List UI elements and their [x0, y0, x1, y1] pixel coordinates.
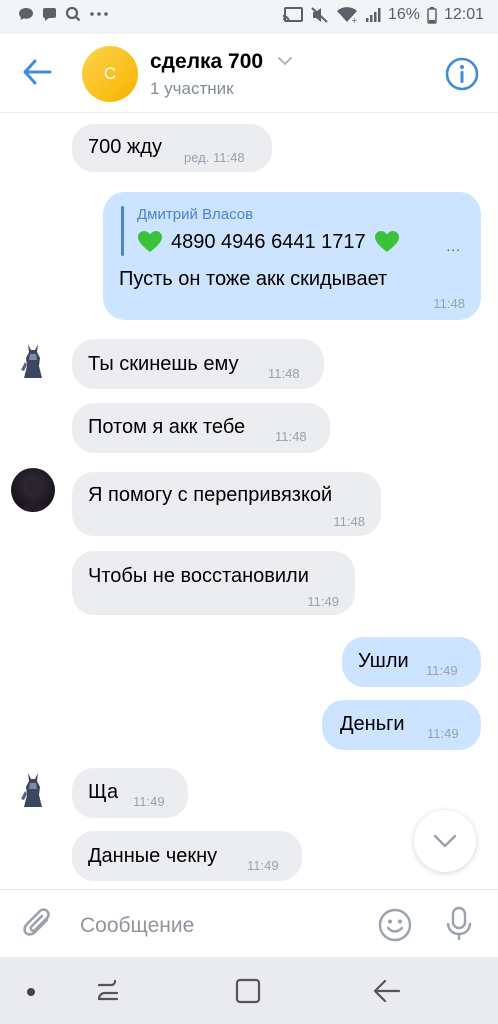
- user-avatar-figure-icon: [21, 344, 42, 378]
- message-text: Ушли: [358, 650, 409, 672]
- system-back-button[interactable]: [373, 978, 401, 1009]
- message-text: Данные чекну: [88, 845, 218, 867]
- svg-text:+: +: [351, 16, 358, 23]
- paperclip-icon: [23, 908, 50, 936]
- chat-title[interactable]: сделка 700: [150, 50, 263, 74]
- message-bubble-outgoing[interactable]: Деньги 11:49: [322, 700, 481, 750]
- message-text: Потом я акк тебе: [88, 416, 246, 438]
- clock: 12:01: [443, 6, 484, 23]
- smile-icon: [378, 908, 412, 942]
- user-avatar[interactable]: [11, 468, 55, 512]
- message-bubble-outgoing[interactable]: Дмитрий Власов 4890 4946 6441 1717 ... П…: [103, 192, 481, 320]
- message-bubble-incoming[interactable]: Ща 11:49: [72, 768, 188, 818]
- message-bubble-outgoing[interactable]: Ушли 11:49: [342, 637, 481, 687]
- nav-dot-icon[interactable]: [27, 988, 35, 996]
- composer: [0, 889, 498, 958]
- home-button[interactable]: [235, 978, 261, 1009]
- chevron-down-icon: [433, 834, 457, 848]
- more-icon: [90, 12, 108, 16]
- message-time: ред. 11:48: [184, 150, 245, 165]
- message-input[interactable]: [78, 908, 362, 944]
- message-time: 11:48: [433, 296, 465, 311]
- message-text: Я помогу с перепривязкой: [88, 484, 333, 506]
- message-text: Чтобы не восстановили: [88, 565, 309, 587]
- message-bubble-incoming[interactable]: Чтобы не восстановили 11:49: [72, 551, 355, 615]
- status-bar: + 16% 12:01: [0, 0, 498, 34]
- chat-header: С сделка 700 1 участник: [0, 34, 498, 113]
- message-bubble-incoming[interactable]: 700 жду ред. 11:48: [72, 124, 272, 172]
- back-arrow-icon: [373, 979, 401, 1003]
- message-time: 11:48: [275, 429, 307, 444]
- green-heart-icon: [374, 231, 399, 252]
- voice-message-button[interactable]: [446, 906, 472, 947]
- chat-subtitle: 1 участник: [150, 79, 234, 98]
- reply-text-value: 4890 4946 6441 1717: [171, 230, 366, 253]
- user-avatar-silhouette-icon: [21, 479, 45, 512]
- recent-apps-button[interactable]: [95, 977, 121, 1010]
- chat-bubble-icon: [19, 8, 33, 20]
- message-time: 11:49: [247, 858, 279, 873]
- message-time: 11:49: [427, 726, 459, 741]
- user-avatar[interactable]: [11, 336, 55, 380]
- message-icon: [43, 8, 56, 21]
- message-time: 11:48: [268, 366, 300, 381]
- signal-icon: [365, 8, 381, 22]
- battery-icon: [427, 6, 437, 24]
- message-text: Ты скинешь ему: [88, 353, 239, 375]
- system-nav-bar: [0, 957, 498, 1024]
- message-time: 11:49: [307, 594, 339, 609]
- chat-avatar[interactable]: С: [82, 46, 138, 102]
- attach-button[interactable]: [22, 906, 56, 947]
- reply-bar: [121, 206, 124, 256]
- message-text: Деньги: [340, 713, 405, 735]
- user-avatar[interactable]: [11, 765, 55, 809]
- message-bubble-incoming[interactable]: Потом я акк тебе 11:48: [72, 403, 330, 453]
- message-time: 11:48: [333, 514, 365, 529]
- avatar-letter: С: [103, 64, 117, 83]
- reply-more: ...: [446, 238, 461, 254]
- cast-icon: [282, 7, 303, 23]
- message-text: Ща: [88, 781, 119, 803]
- microphone-icon: [446, 906, 472, 940]
- emoji-button[interactable]: [378, 908, 412, 947]
- message-bubble-incoming[interactable]: Я помогу с перепривязкой 11:48: [72, 472, 381, 536]
- reply-text: 4890 4946 6441 1717: [137, 230, 400, 254]
- chevron-down-icon[interactable]: [277, 56, 293, 66]
- search-icon: [65, 6, 81, 22]
- green-heart-icon: [138, 231, 162, 252]
- back-button[interactable]: [20, 56, 56, 90]
- arrow-left-icon: [23, 59, 52, 85]
- user-avatar-figure-icon: [21, 773, 42, 807]
- message-time: 11:49: [133, 794, 165, 809]
- message-text: 700 жду: [88, 136, 162, 158]
- scroll-down-button[interactable]: [414, 810, 476, 872]
- info-icon: [445, 57, 479, 91]
- wifi-icon: +: [336, 7, 358, 23]
- message-text: Пусть он тоже акк скидывает: [119, 268, 388, 290]
- home-square-icon: [235, 978, 261, 1004]
- message-bubble-incoming[interactable]: Ты скинешь ему 11:48: [72, 339, 324, 389]
- battery-percent: 16%: [387, 6, 420, 23]
- reply-author[interactable]: Дмитрий Власов: [137, 206, 253, 223]
- message-bubble-incoming[interactable]: Данные чекну 11:49: [72, 831, 302, 881]
- mute-icon: [311, 7, 328, 23]
- recent-apps-icon: [97, 979, 119, 1001]
- info-button[interactable]: [444, 56, 480, 92]
- message-time: 11:49: [426, 663, 458, 678]
